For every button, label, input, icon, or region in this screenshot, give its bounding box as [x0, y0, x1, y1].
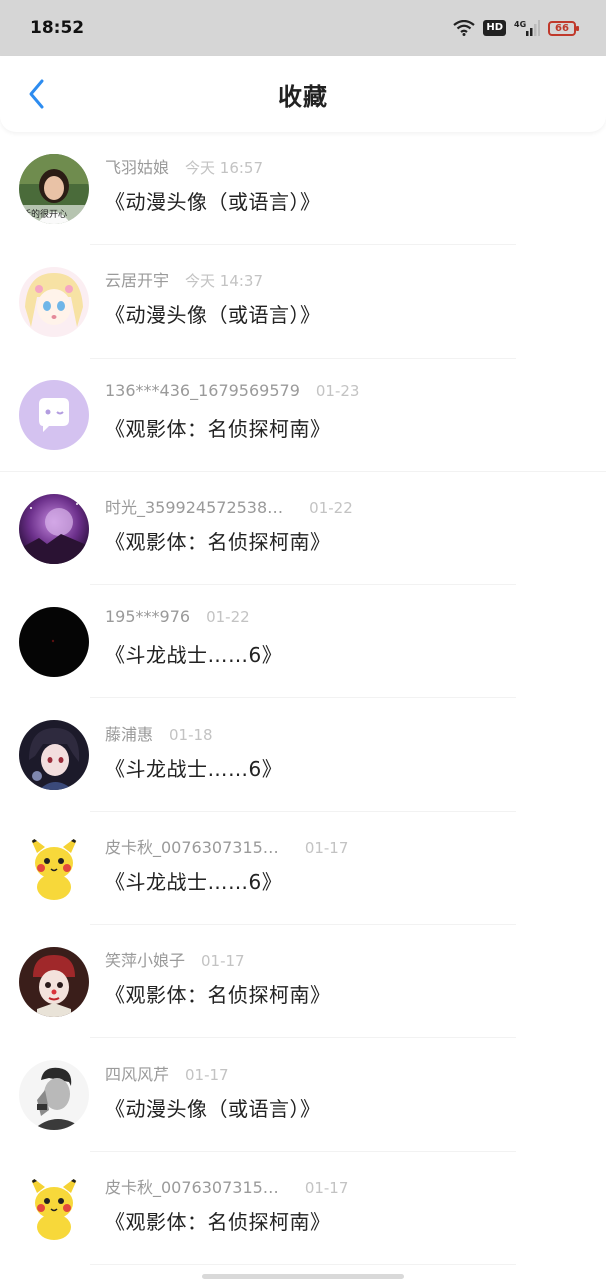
status-icons: HD 4G 66: [453, 19, 579, 37]
timestamp: 01-17: [185, 1065, 229, 1084]
collection-title[interactable]: 《观影体：名侦探柯南》: [105, 413, 359, 442]
collection-title[interactable]: 《观影体：名侦探柯南》: [105, 526, 353, 555]
chevron-left-icon: [29, 79, 44, 109]
list-item[interactable]: 皮卡秋_0076307315… 01-17 《斗龙战士……6》: [0, 812, 606, 926]
page-title: 收藏: [278, 82, 328, 111]
timestamp: 01-22: [309, 499, 353, 518]
list-item[interactable]: 195***976 01-22 《斗龙战士……6》: [0, 585, 606, 699]
collection-title[interactable]: 《观影体：名侦探柯南》: [105, 1206, 348, 1235]
bw-man-avatar[interactable]: [19, 1060, 89, 1131]
pikachu-avatar[interactable]: [19, 833, 89, 904]
timestamp: 01-22: [206, 608, 250, 627]
list-item[interactable]: 四风风芹 01-17 《动漫头像（或语言）》: [0, 1038, 606, 1152]
black-avatar[interactable]: [19, 606, 89, 677]
collection-title[interactable]: 《动漫头像（或语言）》: [105, 299, 321, 328]
list-item[interactable]: 时光_359924572538… 01-22 《观影体：名侦探柯南》: [0, 472, 606, 586]
list-item[interactable]: 笑萍小娘子 01-17 《观影体：名侦探柯南》: [0, 925, 606, 1039]
user-name[interactable]: 时光_359924572538…: [105, 494, 283, 518]
user-name[interactable]: 皮卡秋_0076307315…: [105, 834, 279, 858]
collection-title[interactable]: 《斗龙战士……6》: [105, 753, 282, 782]
clown-girl-avatar[interactable]: [19, 946, 89, 1017]
favorites-list: 活的很开心 飞羽姑娘 今天 16:57 《动漫头像（或语言）》 云居开宇 今天 …: [0, 132, 606, 1266]
purple-moon-avatar[interactable]: [19, 493, 89, 564]
default-chat-avatar[interactable]: [19, 380, 89, 451]
timestamp: 今天 14:37: [185, 272, 264, 291]
timestamp: 01-17: [304, 1178, 349, 1197]
collection-title[interactable]: 《动漫头像（或语言）》: [105, 186, 321, 215]
user-name[interactable]: 195***976: [105, 607, 190, 626]
collection-title[interactable]: 《动漫头像（或语言）》: [105, 1093, 321, 1122]
user-name[interactable]: 藤浦惠: [105, 721, 153, 745]
list-item[interactable]: 活的很开心 飞羽姑娘 今天 16:57 《动漫头像（或语言）》: [0, 132, 606, 246]
back-button[interactable]: [20, 78, 52, 110]
list-item[interactable]: 云居开宇 今天 14:37 《动漫头像（或语言）》: [0, 245, 606, 359]
collection-title[interactable]: 《观影体：名侦探柯南》: [105, 979, 331, 1008]
timestamp: 01-17: [304, 838, 349, 857]
collection-title[interactable]: 《斗龙战士……6》: [105, 639, 282, 668]
battery-icon: 66: [548, 20, 579, 36]
timestamp: 今天 16:57: [185, 159, 264, 178]
user-name[interactable]: 皮卡秋_0076307315…: [105, 1174, 279, 1198]
page-header: 收藏: [0, 56, 606, 132]
collection-title[interactable]: 《斗龙战士……6》: [105, 866, 348, 895]
pikachu-avatar[interactable]: [19, 1173, 89, 1244]
network-type: 4G: [514, 20, 526, 29]
hd-badge: HD: [483, 20, 506, 36]
timestamp: 01-17: [201, 952, 245, 971]
woman-photo-avatar[interactable]: 活的很开心: [19, 153, 89, 224]
user-name[interactable]: 四风风芹: [105, 1061, 169, 1085]
user-name[interactable]: 云居开宇: [105, 267, 169, 291]
wifi-icon: [453, 20, 476, 36]
list-item[interactable]: 136***436_1679569579 01-23 《观影体：名侦探柯南》: [0, 359, 606, 473]
user-name[interactable]: 笑萍小娘子: [105, 947, 185, 971]
home-indicator[interactable]: [202, 1274, 404, 1279]
anime-boy-avatar[interactable]: [19, 720, 89, 791]
user-name[interactable]: 飞羽姑娘: [105, 154, 169, 178]
signal-icon: 4G: [514, 20, 540, 36]
user-name[interactable]: 136***436_1679569579: [105, 381, 300, 400]
status-time: 18:52: [30, 18, 85, 38]
avatar-caption: 活的很开心: [22, 208, 67, 220]
timestamp: 01-18: [169, 725, 213, 744]
status-bar: 18:52 HD 4G 66: [0, 0, 606, 56]
list-item[interactable]: 皮卡秋_0076307315… 01-17 《观影体：名侦探柯南》: [0, 1152, 606, 1266]
list-item[interactable]: 藤浦惠 01-18 《斗龙战士……6》: [0, 698, 606, 813]
anime-girl-avatar[interactable]: [19, 266, 89, 337]
timestamp: 01-23: [315, 381, 360, 400]
